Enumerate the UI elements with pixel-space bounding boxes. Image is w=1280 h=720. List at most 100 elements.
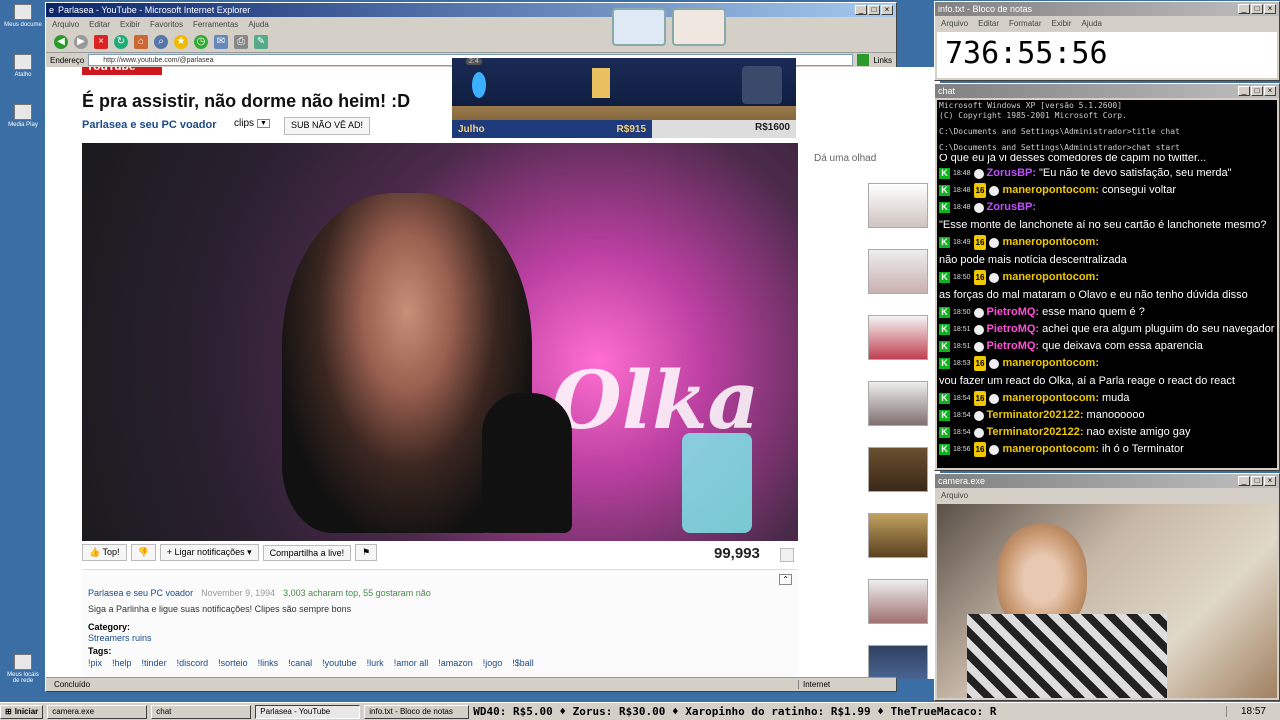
tag-link[interactable]: !help: [112, 658, 132, 668]
maximize-button[interactable]: □: [1251, 4, 1263, 14]
desc-channel[interactable]: Parlasea e seu PC voador: [88, 588, 193, 598]
channel-link[interactable]: Parlasea e seu PC voador: [82, 119, 217, 131]
menu-editar[interactable]: Editar: [978, 19, 999, 28]
minimize-button[interactable]: _: [1238, 476, 1250, 486]
like-button[interactable]: 👍 Top!: [82, 544, 127, 561]
print-icon[interactable]: ⎙: [234, 34, 248, 49]
tag-link[interactable]: !pix: [88, 658, 102, 668]
tag-link[interactable]: !amazon: [438, 658, 473, 668]
close-button[interactable]: ×: [1264, 86, 1276, 96]
chat-console[interactable]: Microsoft Windows XP [versão 5.1.2600] (…: [937, 100, 1277, 468]
subscribe-button[interactable]: SUB NÃO VÊ AD!: [284, 117, 371, 135]
desktop-icon-media[interactable]: Media Play: [4, 104, 42, 128]
tag-link[interactable]: !canal: [288, 658, 312, 668]
tag-link[interactable]: !jogo: [483, 658, 503, 668]
edit-icon[interactable]: ✎: [254, 34, 268, 49]
tag-link[interactable]: !links: [258, 658, 279, 668]
tag-link[interactable]: !amor all: [394, 658, 429, 668]
desktop-icon-network[interactable]: Meus locais de rede: [4, 654, 42, 684]
tag-link[interactable]: !tinder: [142, 658, 167, 668]
youtube-logo[interactable]: YouTube: [82, 67, 162, 75]
message-user[interactable]: maneropontocom:: [1002, 270, 1099, 285]
desktop-icon-shortcut[interactable]: Atalho: [4, 54, 42, 78]
notepad-text[interactable]: 736:55:56: [937, 32, 1277, 78]
links-label[interactable]: Links: [873, 56, 892, 65]
maximize-button[interactable]: □: [1251, 476, 1263, 486]
stop-icon[interactable]: ×: [94, 34, 108, 49]
mail-icon[interactable]: ✉: [214, 34, 228, 49]
menu-formatar[interactable]: Formatar: [1009, 19, 1041, 28]
task-camera[interactable]: camera.exe: [47, 704, 148, 719]
dislike-icon[interactable]: 👎: [130, 544, 156, 561]
message-user[interactable]: maneropontocom:: [1002, 356, 1099, 371]
message-user[interactable]: maneropontocom:: [1002, 183, 1099, 198]
menu-ferramentas[interactable]: Ferramentas: [193, 20, 238, 29]
task-notepad[interactable]: info.txt - Bloco de notas: [364, 704, 470, 719]
related-video-thumb[interactable]: [868, 645, 928, 679]
back-icon[interactable]: ◀: [54, 34, 68, 49]
related-video-thumb[interactable]: [868, 249, 928, 294]
maximize-button[interactable]: □: [1251, 86, 1263, 96]
close-button[interactable]: ×: [881, 5, 893, 15]
message-user[interactable]: ZorusBP:: [987, 200, 1037, 215]
menu-arquivo[interactable]: Arquivo: [941, 491, 968, 500]
history-icon[interactable]: ◷: [194, 34, 208, 49]
share-button[interactable]: Compartilha a live!: [262, 544, 352, 561]
tag-link[interactable]: !sorteio: [218, 658, 248, 668]
video-player[interactable]: Olka: [82, 143, 798, 541]
go-button[interactable]: [857, 54, 870, 66]
related-video-thumb[interactable]: [868, 183, 928, 228]
desktop-icon-documents[interactable]: Meus docume: [4, 4, 42, 28]
menu-exibir[interactable]: Exibir: [120, 20, 140, 29]
message-user[interactable]: Terminator202122:: [987, 408, 1084, 423]
menu-arquivo[interactable]: Arquivo: [941, 19, 968, 28]
close-button[interactable]: ×: [1264, 476, 1276, 486]
tag-link[interactable]: !$ball: [512, 658, 534, 668]
related-video-thumb[interactable]: [868, 381, 928, 426]
chat-titlebar[interactable]: chat _ □ ×: [935, 84, 1279, 98]
message-user[interactable]: PietroMQ:: [987, 339, 1040, 354]
stats-icon[interactable]: [780, 548, 794, 562]
ie-titlebar[interactable]: e Parlasea - YouTube - Microsoft Interne…: [46, 3, 896, 17]
favorites-icon[interactable]: ★: [174, 34, 188, 49]
message-user[interactable]: PietroMQ:: [987, 305, 1040, 320]
related-video-thumb[interactable]: [868, 513, 928, 558]
search-icon[interactable]: ⌕: [154, 34, 168, 49]
menu-arquivo[interactable]: Arquivo: [52, 20, 79, 29]
related-video-thumb[interactable]: [868, 315, 928, 360]
message-user[interactable]: ZorusBP:: [987, 166, 1037, 181]
forward-icon[interactable]: ▶: [74, 34, 88, 49]
menu-ajuda[interactable]: Ajuda: [248, 20, 268, 29]
message-user[interactable]: maneropontocom:: [1002, 442, 1099, 457]
tag-link[interactable]: !youtube: [322, 658, 357, 668]
task-ie[interactable]: Parlasea - YouTube: [255, 704, 361, 719]
flag-icon[interactable]: ⚑: [355, 544, 378, 561]
home-icon[interactable]: ⌂: [134, 34, 148, 49]
task-chat[interactable]: chat: [151, 704, 252, 719]
related-video-thumb[interactable]: [868, 447, 928, 492]
start-button[interactable]: ⊞ Iniciar: [0, 704, 44, 719]
minimize-button[interactable]: _: [1238, 4, 1250, 14]
minimize-button[interactable]: _: [855, 5, 867, 15]
menu-favoritos[interactable]: Favoritos: [150, 20, 183, 29]
notepad-titlebar[interactable]: info.txt - Bloco de notas _ □ ×: [935, 2, 1279, 16]
notify-button[interactable]: + Ligar notificações ▾: [159, 544, 259, 561]
related-video-thumb[interactable]: [868, 579, 928, 624]
maximize-button[interactable]: □: [868, 5, 880, 15]
menu-exibir[interactable]: Exibir: [1051, 19, 1071, 28]
message-user[interactable]: PietroMQ:: [987, 322, 1040, 337]
collapse-icon[interactable]: ⌃: [779, 574, 792, 585]
close-button[interactable]: ×: [1264, 4, 1276, 14]
menu-ajuda[interactable]: Ajuda: [1082, 19, 1102, 28]
category-link[interactable]: Streamers ruins: [88, 633, 152, 643]
message-user[interactable]: maneropontocom:: [1002, 235, 1099, 250]
minimize-button[interactable]: _: [1238, 86, 1250, 96]
clips-dropdown[interactable]: clips ▼: [234, 118, 270, 129]
refresh-icon[interactable]: ↻: [114, 34, 128, 49]
camera-titlebar[interactable]: camera.exe _ □ ×: [935, 474, 1279, 488]
tag-link[interactable]: !discord: [177, 658, 209, 668]
menu-editar[interactable]: Editar: [89, 20, 110, 29]
message-user[interactable]: Terminator202122:: [987, 425, 1084, 440]
tag-link[interactable]: !lurk: [367, 658, 384, 668]
message-user[interactable]: maneropontocom:: [1002, 391, 1099, 406]
